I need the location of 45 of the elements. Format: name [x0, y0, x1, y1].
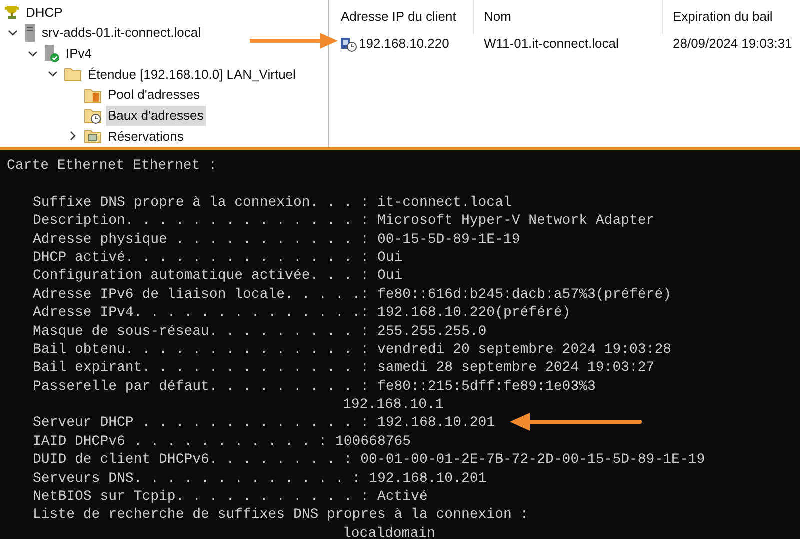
table-cell-text: 192.168.10.220 [359, 35, 450, 54]
chevron-down-icon[interactable] [28, 48, 38, 59]
terminal-line: Suffixe DNS propre à la connexion. . . : it-connect.local [33, 194, 512, 212]
table-cell-text: W11-01.it-connect.local [484, 35, 619, 54]
column-header[interactable]: Nom [474, 0, 663, 34]
terminal-line: Adresse IPv4. . . . . . . . . . . . . .: 192.168.10.220(préféré) [33, 304, 571, 323]
tree-item[interactable]: srv-adds-01.it-connect.local [40, 23, 203, 43]
terminal-line: Adresse IPv6 de liaison locale. . . . .: fe80::616d:b245:dacb:a57%3(préféré) [33, 286, 672, 304]
terminal-line: Serveur DHCP . . . . . . . . . . . . . : 192.168.10.201 [33, 414, 496, 433]
terminal-line: Bail obtenu. . . . . . . . . . . . . . : vendredi 20 septembre 2024 19:03:28 [33, 340, 672, 360]
tree-item[interactable]: Étendue [192.168.10.0] LAN_Virtuel [86, 64, 298, 84]
chevron-down-icon[interactable] [8, 28, 18, 38]
terminal-line: Adresse physique . . . . . . . . . . . : 00-15-5D-89-1E-19 [33, 230, 520, 249]
chevron-right-icon[interactable] [68, 131, 78, 142]
folder-pages-icon [84, 86, 102, 104]
tree-item[interactable]: Pool d'adresses [106, 85, 202, 105]
trophy-icon [4, 4, 20, 20]
table-cell-text: 28/09/2024 19:03:31 [673, 35, 792, 54]
terminal-line: IAID DHCPv6 . . . . . . . . . . . : 100668765 [33, 432, 412, 452]
terminal-line: Carte Ethernet Ethernet : [7, 157, 218, 176]
folder-card-icon [84, 128, 102, 144]
terminal-line: Serveurs DNS. . . . . . . . . . . . . : 192.168.10.201 [33, 470, 487, 488]
computer-clock-icon [341, 36, 357, 52]
folder-clock-icon [84, 107, 102, 124]
column-header[interactable]: Expiration du bail [663, 0, 800, 34]
terminal-line: Masque de sous-réseau. . . . . . . . . : 255.255.255.0 [33, 322, 487, 341]
server-icon [24, 24, 36, 42]
column-header[interactable]: Adresse IP du client [331, 0, 474, 34]
terminal-line: 192.168.10.1 [343, 396, 444, 414]
tree-item[interactable]: DHCP [24, 2, 65, 22]
terminal-line: Description. . . . . . . . . . . . . . : Microsoft Hyper-V Network Adapter [33, 212, 655, 231]
terminal-line: Liste de recherche de suffixes DNS propres à la connexion : [33, 506, 529, 525]
chevron-down-icon[interactable] [48, 69, 58, 80]
server-check-icon [44, 44, 60, 63]
tree-item[interactable]: Réservations [106, 126, 186, 146]
terminal-line: localdomain [343, 524, 436, 539]
tree-item[interactable]: Baux d'adresses [106, 106, 206, 126]
terminal-line: Passerelle par défaut. . . . . . . . . : fe80::215:5dff:fe89:1e03%3 [33, 378, 596, 396]
terminal-line: DUID de client DHCPv6. . . . . . . . : 00-01-00-01-2E-7B-72-2D-00-15-5D-89-1E-19 [33, 451, 706, 470]
tree-item[interactable]: IPv4 [64, 44, 94, 64]
terminal-line: Bail expirant. . . . . . . . . . . . . : samedi 28 septembre 2024 19:03:27 [33, 359, 655, 378]
folder-icon [64, 66, 82, 82]
terminal-line: NetBIOS sur Tcpip. . . . . . . . . . . : Activé [33, 488, 428, 506]
terminal-line: Configuration automatique activée. . . : Oui [33, 267, 403, 286]
terminal-line: DHCP activé. . . . . . . . . . . . . . : Oui [33, 248, 403, 268]
